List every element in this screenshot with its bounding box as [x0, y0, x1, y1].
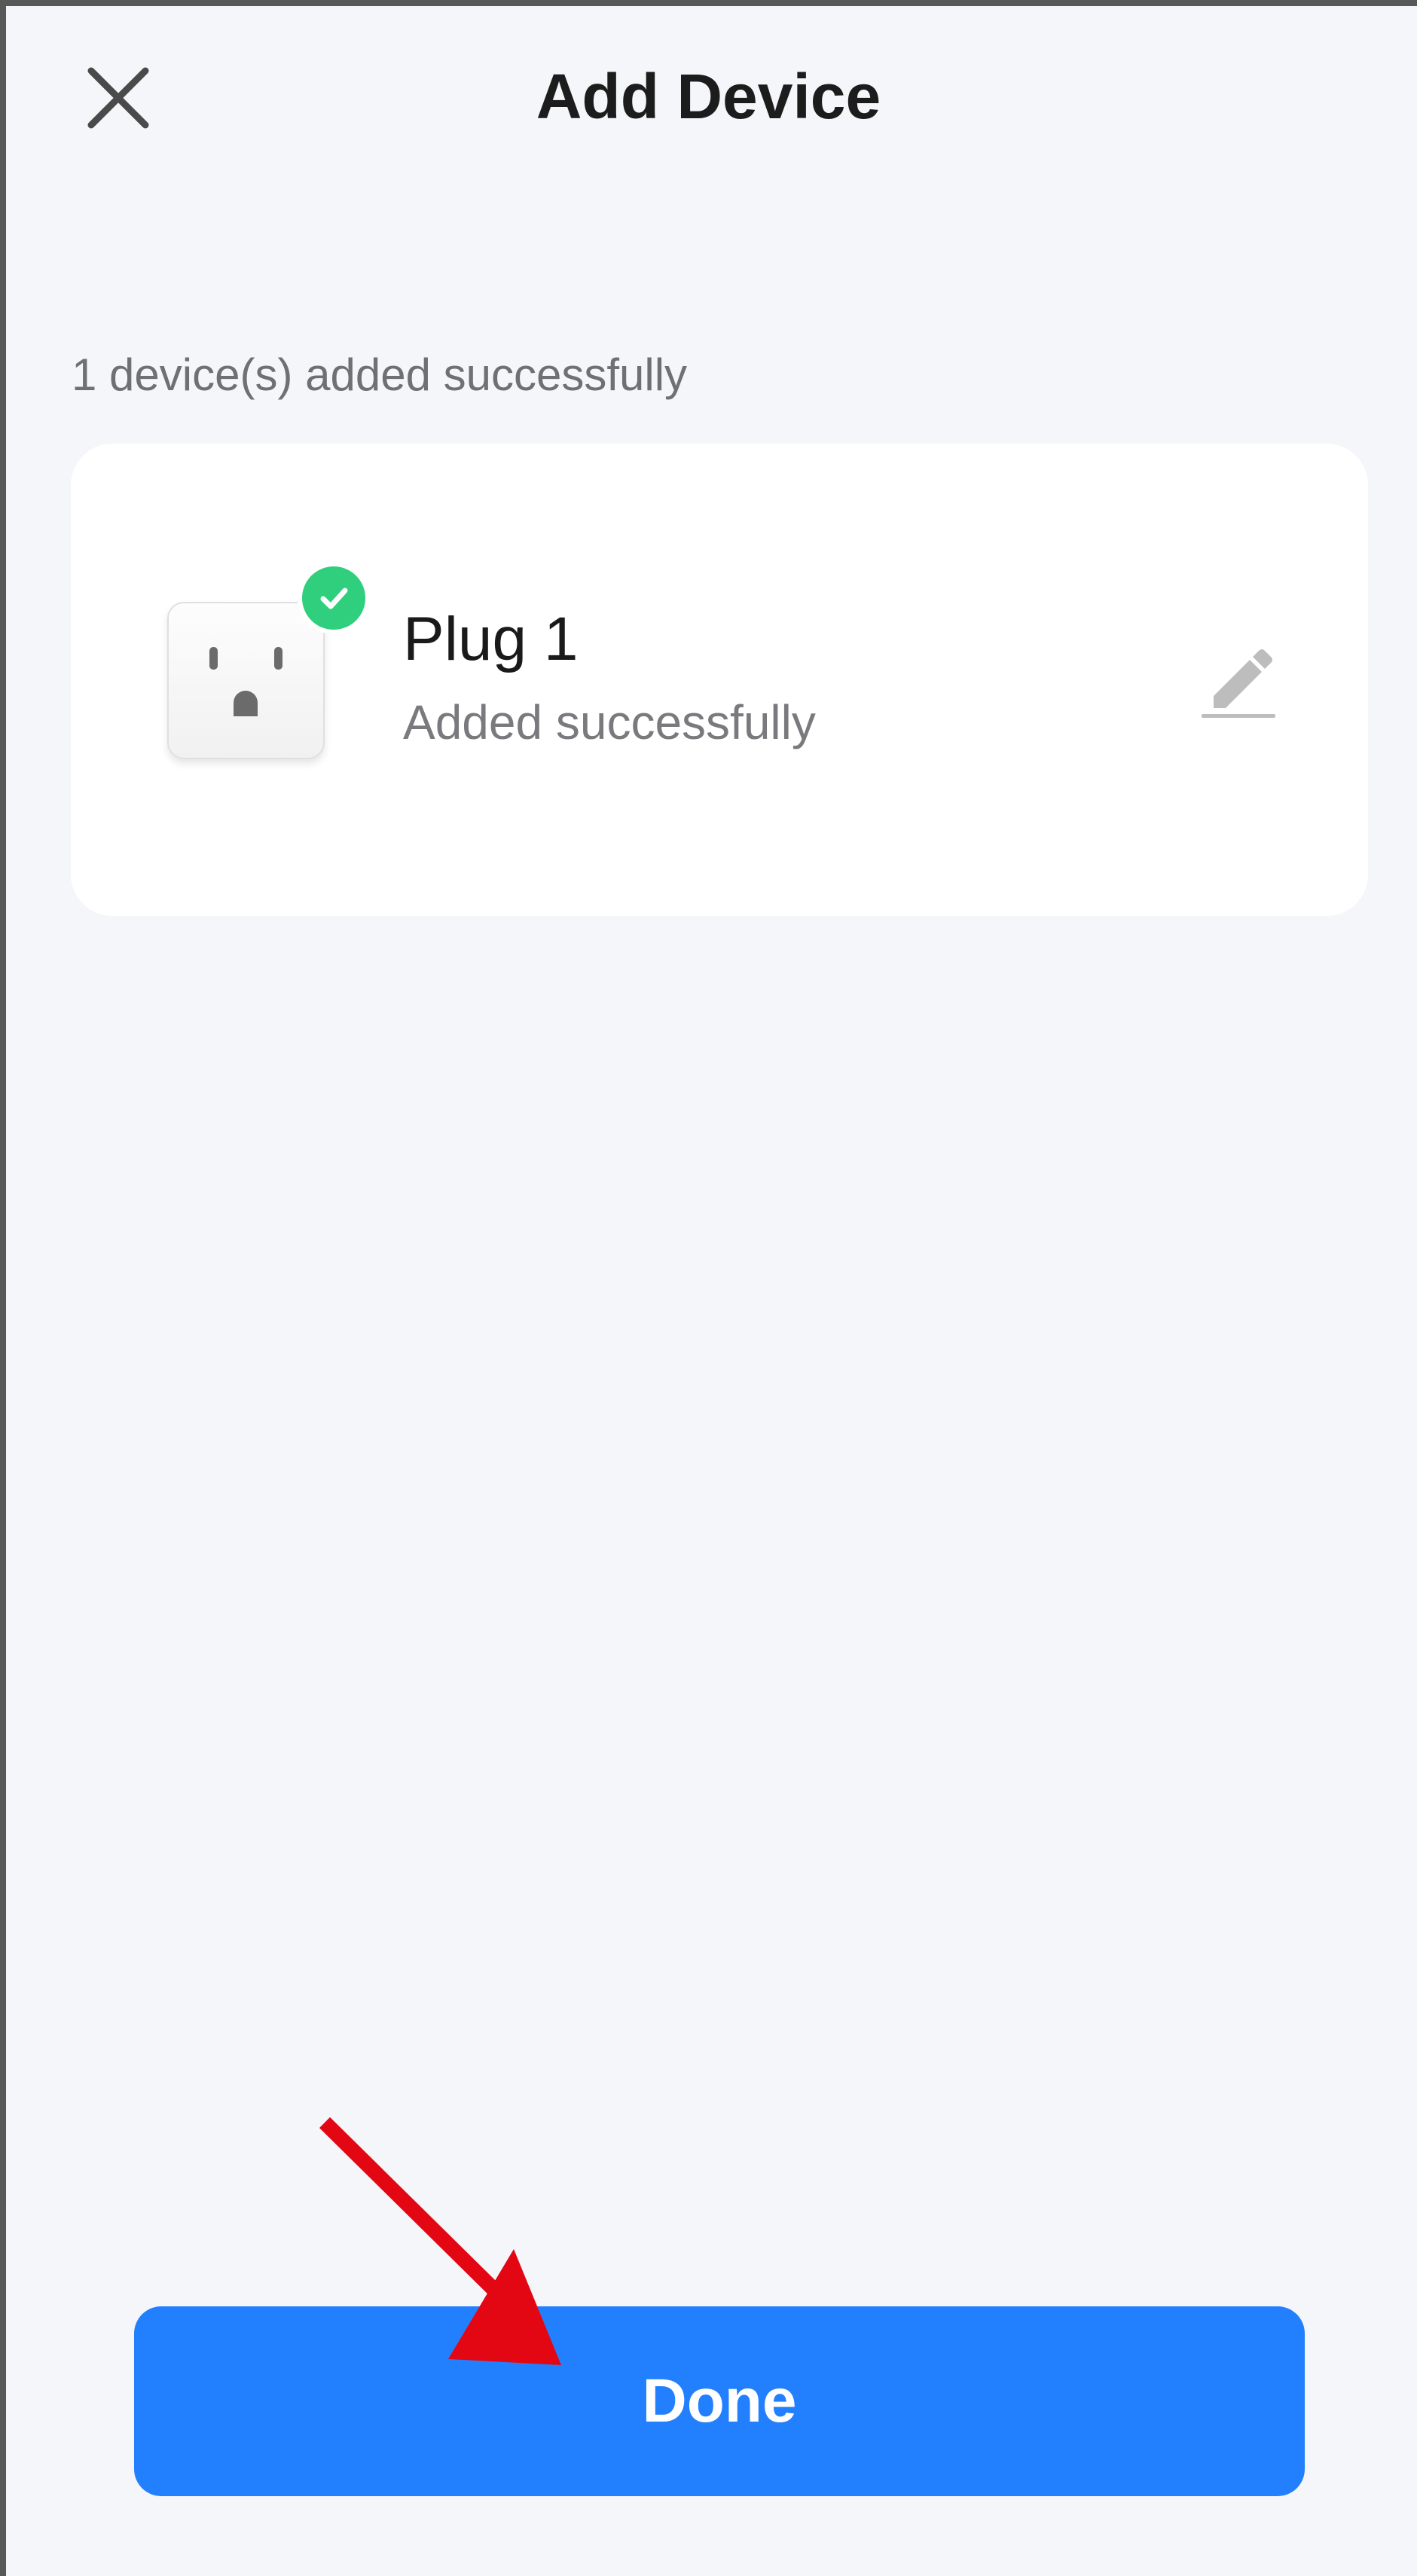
- done-button[interactable]: Done: [134, 2306, 1305, 2496]
- device-status: Added successfully: [403, 695, 816, 749]
- device-card[interactable]: Plug 1 Added successfully: [71, 444, 1368, 916]
- device-name: Plug 1: [403, 605, 579, 673]
- pencil-icon: [1202, 649, 1275, 718]
- page-title: Add Device: [536, 61, 881, 132]
- success-summary: 1 device(s) added successfully: [72, 349, 688, 400]
- check-circle-icon: [298, 562, 370, 634]
- smart-plug-icon: [167, 602, 325, 759]
- edit-name-button[interactable]: [1186, 624, 1291, 730]
